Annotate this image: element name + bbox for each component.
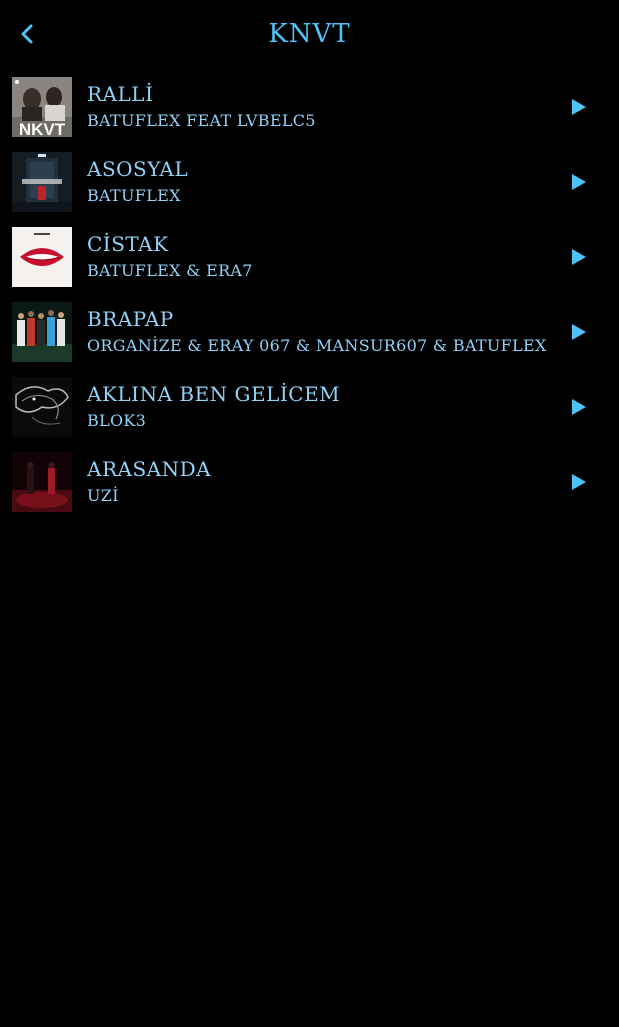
- track-row-ralli[interactable]: NKVT RALLİ BATUFLEX FEAT LVBELC5: [0, 77, 619, 152]
- track-title: ARASANDA: [87, 457, 212, 481]
- track-row-cistak[interactable]: CİSTAK BATUFLEX & ERA7: [0, 227, 619, 302]
- play-button[interactable]: [566, 320, 590, 344]
- album-cover-brapap: [12, 302, 72, 362]
- play-button[interactable]: [566, 470, 590, 494]
- play-button[interactable]: [566, 395, 590, 419]
- play-button[interactable]: [566, 245, 590, 269]
- album-cover-aklina-ben-gelicem: [12, 377, 72, 437]
- track-row-asosyal[interactable]: ASOSYAL BATUFLEX: [0, 152, 619, 227]
- track-artist: ORGANİZE & ERAY 067 & MANSUR607 & BATUFL…: [87, 336, 547, 355]
- track-list: NKVT RALLİ BATUFLEX FEAT LVBELC5 ASOSYAL…: [0, 77, 619, 527]
- app-header: KNVT: [0, 0, 619, 68]
- track-title: CİSTAK: [87, 232, 169, 256]
- track-title: BRAPAP: [87, 307, 174, 331]
- album-cover-ralli: NKVT: [12, 77, 72, 137]
- play-icon: [572, 474, 586, 490]
- track-artist: BATUFLEX: [87, 186, 181, 205]
- track-row-aklina-ben-gelicem[interactable]: AKLINA BEN GELİCEM BLOK3: [0, 377, 619, 452]
- track-row-brapap[interactable]: BRAPAP ORGANİZE & ERAY 067 & MANSUR607 &…: [0, 302, 619, 377]
- play-icon: [572, 324, 586, 340]
- track-title: AKLINA BEN GELİCEM: [87, 382, 341, 406]
- track-artist: BLOK3: [87, 411, 147, 430]
- play-icon: [572, 249, 586, 265]
- track-title: RALLİ: [87, 82, 154, 106]
- play-icon: [572, 174, 586, 190]
- album-cover-cistak: [12, 227, 72, 287]
- play-button[interactable]: [566, 170, 590, 194]
- track-row-arasanda[interactable]: ARASANDA UZİ: [0, 452, 619, 527]
- album-cover-arasanda: [12, 452, 72, 512]
- track-artist: BATUFLEX FEAT LVBELC5: [87, 111, 316, 130]
- page-title: KNVT: [268, 19, 351, 49]
- play-button[interactable]: [566, 95, 590, 119]
- cover-text: NKVT: [19, 120, 66, 137]
- album-cover-asosyal: [12, 152, 72, 212]
- play-icon: [572, 99, 586, 115]
- track-title: ASOSYAL: [87, 157, 189, 181]
- track-artist: BATUFLEX & ERA7: [87, 261, 253, 280]
- track-artist: UZİ: [87, 486, 119, 505]
- play-icon: [572, 399, 586, 415]
